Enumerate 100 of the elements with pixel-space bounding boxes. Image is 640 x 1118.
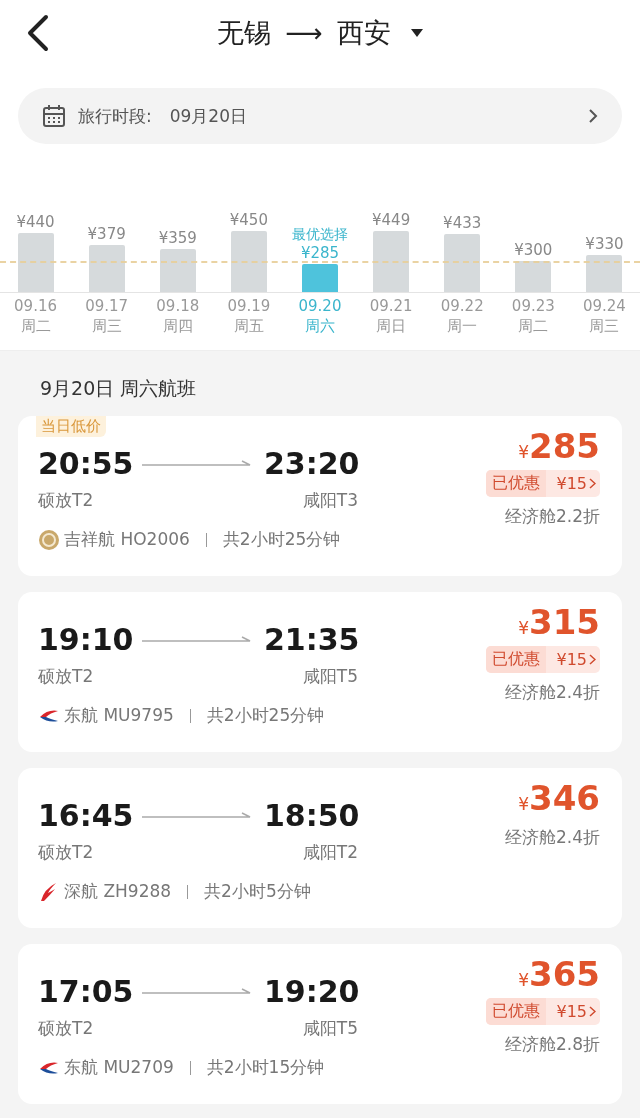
date-label: 09.18 xyxy=(156,297,200,315)
chevron-right-icon xyxy=(588,108,598,124)
discount-badge[interactable]: 已优惠 ¥15 xyxy=(486,470,600,497)
currency-symbol: ¥ xyxy=(518,442,529,462)
flight-card[interactable]: 17:05 19:20 硕放T2 咸阳T5 东航 MU2709 共2小时15分钟 ¥365 已优惠 ¥15 经济舱2.8折 xyxy=(18,944,622,1104)
section-title: 9月20日 周六航班 xyxy=(39,376,198,401)
best-choice-label: 最优选择 xyxy=(292,226,348,244)
currency-symbol: ¥ xyxy=(518,970,529,990)
date-label: 09.21 xyxy=(369,297,413,315)
airline-flight: 深航 ZH9288 xyxy=(64,880,172,903)
cabin-discount: 经济舱2.4折 xyxy=(504,681,600,704)
date-option[interactable]: ¥330 09.24 周三 xyxy=(568,202,640,336)
travel-date-bar[interactable]: 旅行时段: 09月20日 xyxy=(18,88,622,144)
route-arrow: ⟶ xyxy=(285,18,323,48)
date-label: 09.23 xyxy=(511,297,555,315)
origin-city: 无锡 xyxy=(217,16,272,50)
price: 346 xyxy=(529,778,600,818)
date-label: 09.24 xyxy=(582,297,626,315)
arrival-time: 21:35 xyxy=(264,622,360,657)
price-bar xyxy=(373,231,410,292)
back-icon[interactable] xyxy=(26,14,50,52)
departure-time: 20:55 xyxy=(38,446,135,481)
price-label: ¥379 xyxy=(87,225,126,244)
price-label: ¥440 xyxy=(16,213,55,231)
weekday-label: 周六 xyxy=(305,317,335,336)
flight-card[interactable]: 19:10 21:35 硕放T2 咸阳T5 东航 MU9795 共2小时25分钟 ¥315 已优惠 ¥15 经济舱2.4折 xyxy=(18,592,622,752)
date-label: 09.16 xyxy=(14,297,58,315)
cabin-discount: 经济舱2.8折 xyxy=(504,1033,600,1056)
dropdown-icon[interactable] xyxy=(410,29,423,37)
price: 285 xyxy=(529,426,600,466)
date-option[interactable]: ¥379 09.17 周三 xyxy=(71,202,143,336)
price-label: ¥300 xyxy=(514,241,553,259)
price-bar xyxy=(17,233,54,292)
departure-time: 16:45 xyxy=(38,798,135,833)
date-label: 09.22 xyxy=(440,297,484,315)
arrival-airport: 咸阳T3 xyxy=(302,489,358,512)
departure-time: 17:05 xyxy=(38,974,135,1009)
airline-flight: 东航 MU2709 xyxy=(64,1056,174,1079)
price-bar xyxy=(159,249,196,292)
weekday-label: 周五 xyxy=(233,317,264,336)
price-label: ¥359 xyxy=(158,229,197,248)
weekday-label: 周三 xyxy=(589,317,620,336)
date-option[interactable]: ¥450 09.19 周五 xyxy=(213,202,285,336)
low-price-tag: 当日低价 xyxy=(36,416,106,437)
departure-airport: 硕放T2 xyxy=(38,665,94,688)
departure-time: 19:10 xyxy=(38,622,135,657)
airline-flight: 吉祥航 HO2006 xyxy=(64,528,190,551)
price-bar xyxy=(88,245,125,292)
date-option[interactable]: ¥449 09.21 周日 xyxy=(355,202,427,336)
price: 315 xyxy=(529,602,600,642)
price-bar xyxy=(230,231,267,292)
date-option[interactable]: ¥359 09.18 周四 xyxy=(142,202,214,336)
flight-duration: 共2小时5分钟 xyxy=(204,880,311,903)
date-label: 09.20 xyxy=(298,297,342,315)
weekday-label: 周一 xyxy=(447,317,478,336)
date-option[interactable]: ¥433 09.22 周一 xyxy=(426,202,498,336)
price-label: ¥449 xyxy=(372,211,411,230)
weekday-label: 周二 xyxy=(20,317,51,336)
date-option[interactable]: ¥300 09.23 周二 xyxy=(497,202,569,336)
price: 365 xyxy=(529,954,600,994)
date-option[interactable]: 最优选择 ¥285 09.20 周六 xyxy=(284,202,356,336)
price-label: ¥285 xyxy=(300,244,340,262)
cabin-discount: 经济舱2.4折 xyxy=(504,826,600,849)
price-label: ¥450 xyxy=(229,211,268,229)
price-bar xyxy=(444,234,481,292)
flight-duration: 共2小时25分钟 xyxy=(222,528,341,551)
departure-airport: 硕放T2 xyxy=(38,1017,94,1040)
cabin-discount: 经济舱2.2折 xyxy=(504,505,600,528)
price-bar xyxy=(302,264,338,292)
date-label: 09.19 xyxy=(227,297,271,315)
flight-duration: 共2小时25分钟 xyxy=(206,704,325,727)
price-label: ¥330 xyxy=(585,235,624,253)
arrival-time: 23:20 xyxy=(264,446,360,481)
weekday-label: 周四 xyxy=(162,317,193,336)
price-bar xyxy=(586,255,623,292)
arrival-airport: 咸阳T5 xyxy=(302,665,358,688)
currency-symbol: ¥ xyxy=(518,618,529,638)
departure-airport: 硕放T2 xyxy=(38,489,94,512)
arrival-airport: 咸阳T5 xyxy=(302,1017,358,1040)
flight-card[interactable]: 16:45 18:50 硕放T2 咸阳T2 深航 ZH9288 共2小时5分钟 ¥346 经济舱2.4折 xyxy=(18,768,622,928)
weekday-label: 周三 xyxy=(91,317,122,336)
weekday-label: 周日 xyxy=(376,317,407,336)
flight-card[interactable]: 当日低价 20:55 23:20 硕放T2 咸阳T3 吉祥航 HO2006 共2小时25分钟 ¥285 已优惠 ¥15 经济舱2.2折 xyxy=(18,416,622,576)
arrival-airport: 咸阳T2 xyxy=(302,841,358,864)
discount-badge[interactable]: 已优惠 ¥15 xyxy=(486,646,600,673)
date-label: 09.17 xyxy=(85,297,129,315)
calendar-icon xyxy=(42,104,66,128)
currency-symbol: ¥ xyxy=(518,794,529,814)
destination-city: 西安 xyxy=(336,16,391,50)
flight-duration: 共2小时15分钟 xyxy=(206,1056,325,1079)
date-option[interactable]: ¥440 09.16 周二 xyxy=(0,202,72,336)
arrival-time: 18:50 xyxy=(264,798,360,833)
price-bar xyxy=(515,261,552,292)
price-label: ¥433 xyxy=(443,214,482,233)
arrival-time: 19:20 xyxy=(264,974,360,1009)
discount-badge[interactable]: 已优惠 ¥15 xyxy=(486,998,600,1025)
airline-flight: 东航 MU9795 xyxy=(64,704,174,727)
weekday-label: 周二 xyxy=(518,317,549,336)
airline-logo-icon xyxy=(38,528,60,551)
departure-airport: 硕放T2 xyxy=(38,841,94,864)
